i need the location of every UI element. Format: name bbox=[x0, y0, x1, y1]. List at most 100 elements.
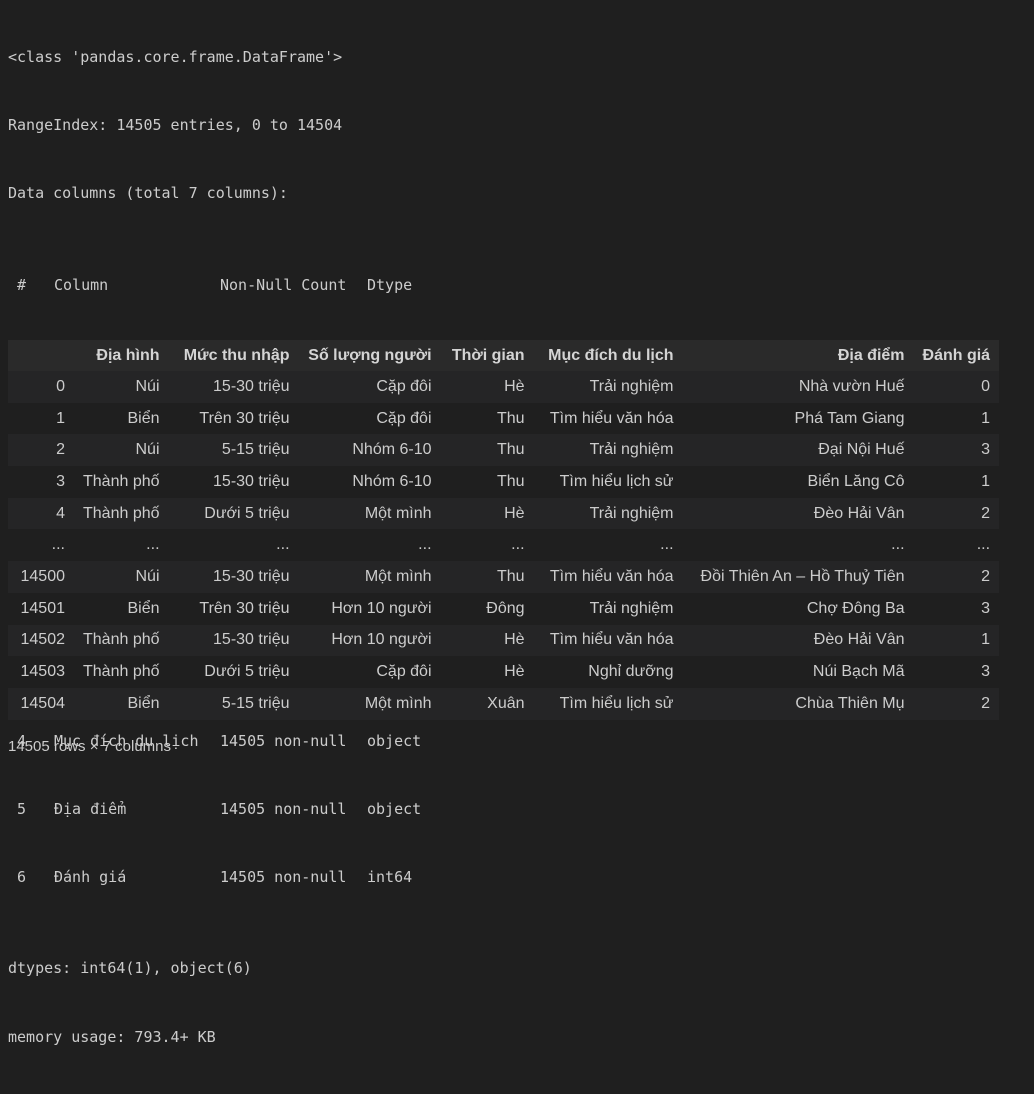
cell: Trải nghiệm bbox=[589, 441, 674, 459]
dataframe-table: Địa hình Mức thu nhập Số lượng người Thờ… bbox=[8, 340, 1000, 720]
cell: Biển Lăng Cô bbox=[807, 472, 905, 490]
info-header-row: # Column Non-Null Count Dtype bbox=[8, 274, 427, 297]
row-index: 3 bbox=[56, 472, 65, 490]
table-row: 14500 Núi 15-30 triệu Một mình Thu Tìm h… bbox=[8, 561, 1000, 593]
cell: 15-30 triệu bbox=[213, 377, 290, 395]
info-row-name: Địa điểm bbox=[54, 799, 127, 818]
cell: Tìm hiểu lịch sử bbox=[559, 694, 674, 712]
cell: Dưới 5 triệu bbox=[204, 663, 290, 681]
row-index: 14503 bbox=[20, 663, 66, 681]
cell: ... bbox=[660, 536, 674, 554]
table-ellipsis-row: ... ... ... ... ... ... ... ... bbox=[8, 529, 1000, 562]
cell: Đại Nội Huế bbox=[818, 441, 905, 459]
cell: Thu bbox=[496, 567, 525, 585]
cell: 15-30 triệu bbox=[213, 472, 290, 490]
cell: Chợ Đông Ba bbox=[806, 599, 905, 617]
header-danh-gia: Đánh giá bbox=[913, 340, 1000, 371]
cell: 5-15 triệu bbox=[221, 694, 290, 712]
cell: Biển bbox=[127, 694, 160, 712]
table-row: 1 Biển Trên 30 triệu Cặp đôi Thu Tìm hiể… bbox=[8, 402, 1000, 435]
info-row-count: 14505 non-null bbox=[220, 731, 347, 750]
cell: Thành phố bbox=[83, 472, 160, 490]
info-row-idx: 5 bbox=[8, 799, 27, 818]
header-thoi-gian: Thời gian bbox=[440, 340, 534, 371]
cell: ... bbox=[511, 536, 525, 554]
cell: 2 bbox=[981, 504, 991, 522]
cell: 2 bbox=[981, 567, 991, 585]
cell: 5-15 triệu bbox=[221, 441, 290, 459]
info-column-row: 6 Đánh giá 14505 non-null int64 bbox=[8, 866, 427, 889]
header-dia-hinh: Địa hình bbox=[74, 340, 169, 371]
header-dia-diem: Địa điểm bbox=[682, 340, 914, 371]
cell: Hè bbox=[504, 504, 525, 522]
cell: Trên 30 triệu bbox=[199, 599, 290, 617]
cell: Thành phố bbox=[83, 663, 160, 681]
table-body: 0 Núi 15-30 triệu Cặp đôi Hè Trải nghiệm… bbox=[8, 371, 1000, 720]
cell: 1 bbox=[981, 631, 991, 649]
cell: Núi bbox=[135, 441, 160, 459]
table-row: 3 Thành phố 15-30 triệu Nhóm 6-10 Thu Tì… bbox=[8, 466, 1000, 498]
table-header-row: Địa hình Mức thu nhập Số lượng người Thờ… bbox=[8, 340, 1000, 371]
cell: ... bbox=[276, 536, 290, 554]
cell: Núi bbox=[135, 377, 160, 395]
row-index: 0 bbox=[56, 377, 65, 395]
cell: Hơn 10 người bbox=[331, 599, 432, 617]
cell: Đồi Thiên An – Hồ Thuỷ Tiên bbox=[700, 567, 905, 585]
cell: Tìm hiểu văn hóa bbox=[549, 631, 674, 649]
info-header-count: Non-Null Count bbox=[220, 275, 347, 294]
header-muc-thu-nhap: Mức thu nhập bbox=[168, 340, 299, 371]
cell: Hè bbox=[504, 663, 525, 681]
cell: Núi bbox=[135, 567, 160, 585]
cell: Xuân bbox=[487, 694, 525, 712]
cell: ... bbox=[891, 536, 905, 554]
cell: ... bbox=[418, 536, 432, 554]
header-index bbox=[8, 340, 74, 371]
cell: Thu bbox=[496, 441, 525, 459]
table-row: 4 Thành phố Dưới 5 triệu Một mình Hè Trả… bbox=[8, 497, 1000, 530]
dtypes-line: dtypes: int64(1), object(6) bbox=[8, 959, 252, 978]
cell: Nhóm 6-10 bbox=[352, 472, 432, 490]
table-row: 14501 Biển Trên 30 triệu Hơn 10 người Đô… bbox=[8, 592, 1000, 625]
cell: Biển bbox=[127, 599, 160, 617]
cell: Hè bbox=[504, 377, 525, 395]
cell: Phá Tam Giang bbox=[794, 409, 905, 427]
row-index: 4 bbox=[56, 504, 65, 522]
cell: Thành phố bbox=[83, 504, 160, 522]
cell: Một mình bbox=[364, 694, 432, 712]
cell: Cặp đôi bbox=[376, 409, 432, 427]
row-index: 2 bbox=[56, 441, 65, 459]
cell: Nhà vườn Huế bbox=[798, 377, 905, 395]
cell: Một mình bbox=[364, 567, 432, 585]
row-index: 14504 bbox=[20, 694, 66, 712]
cell: 1 bbox=[981, 409, 991, 427]
cell: Thành phố bbox=[83, 631, 160, 649]
cell: 3 bbox=[981, 663, 991, 681]
cell: Hơn 10 người bbox=[331, 631, 432, 649]
header-so-luong-nguoi: Số lượng người bbox=[298, 340, 441, 371]
cell: Cặp đôi bbox=[376, 377, 432, 395]
cell: Thu bbox=[496, 409, 525, 427]
info-row-idx: 6 bbox=[8, 868, 27, 887]
cell: Chùa Thiên Mụ bbox=[795, 694, 905, 712]
cell: Đông bbox=[486, 599, 525, 617]
info-row-count: 14505 non-null bbox=[220, 799, 347, 818]
dataframe-shape-text: 14505 rows × 7 columns bbox=[8, 738, 172, 755]
info-row-dtype: object bbox=[367, 799, 422, 818]
info-header-column: Column bbox=[54, 275, 109, 294]
cell: Một mình bbox=[364, 504, 432, 522]
cell: Tìm hiểu văn hóa bbox=[549, 409, 674, 427]
info-column-row: 5 Địa điểm 14505 non-null object bbox=[8, 798, 427, 821]
table-row: 2 Núi 5-15 triệu Nhóm 6-10 Thu Trải nghi… bbox=[8, 434, 1000, 467]
cell: Tìm hiểu lịch sử bbox=[559, 472, 674, 490]
range-index-line: RangeIndex: 14505 entries, 0 to 14504 bbox=[8, 115, 343, 134]
table-row: 0 Núi 15-30 triệu Cặp đôi Hè Trải nghiệm… bbox=[8, 371, 1000, 403]
cell: Trải nghiệm bbox=[589, 599, 674, 617]
cell: Tìm hiểu văn hóa bbox=[549, 567, 674, 585]
cell: 3 bbox=[981, 441, 991, 459]
row-index: 14502 bbox=[20, 631, 66, 649]
class-line: <class 'pandas.core.frame.DataFrame'> bbox=[8, 47, 343, 66]
cell: Trải nghiệm bbox=[589, 377, 674, 395]
cell: ... bbox=[976, 536, 991, 554]
cell: Trải nghiệm bbox=[589, 504, 674, 522]
cell: 15-30 triệu bbox=[213, 567, 290, 585]
